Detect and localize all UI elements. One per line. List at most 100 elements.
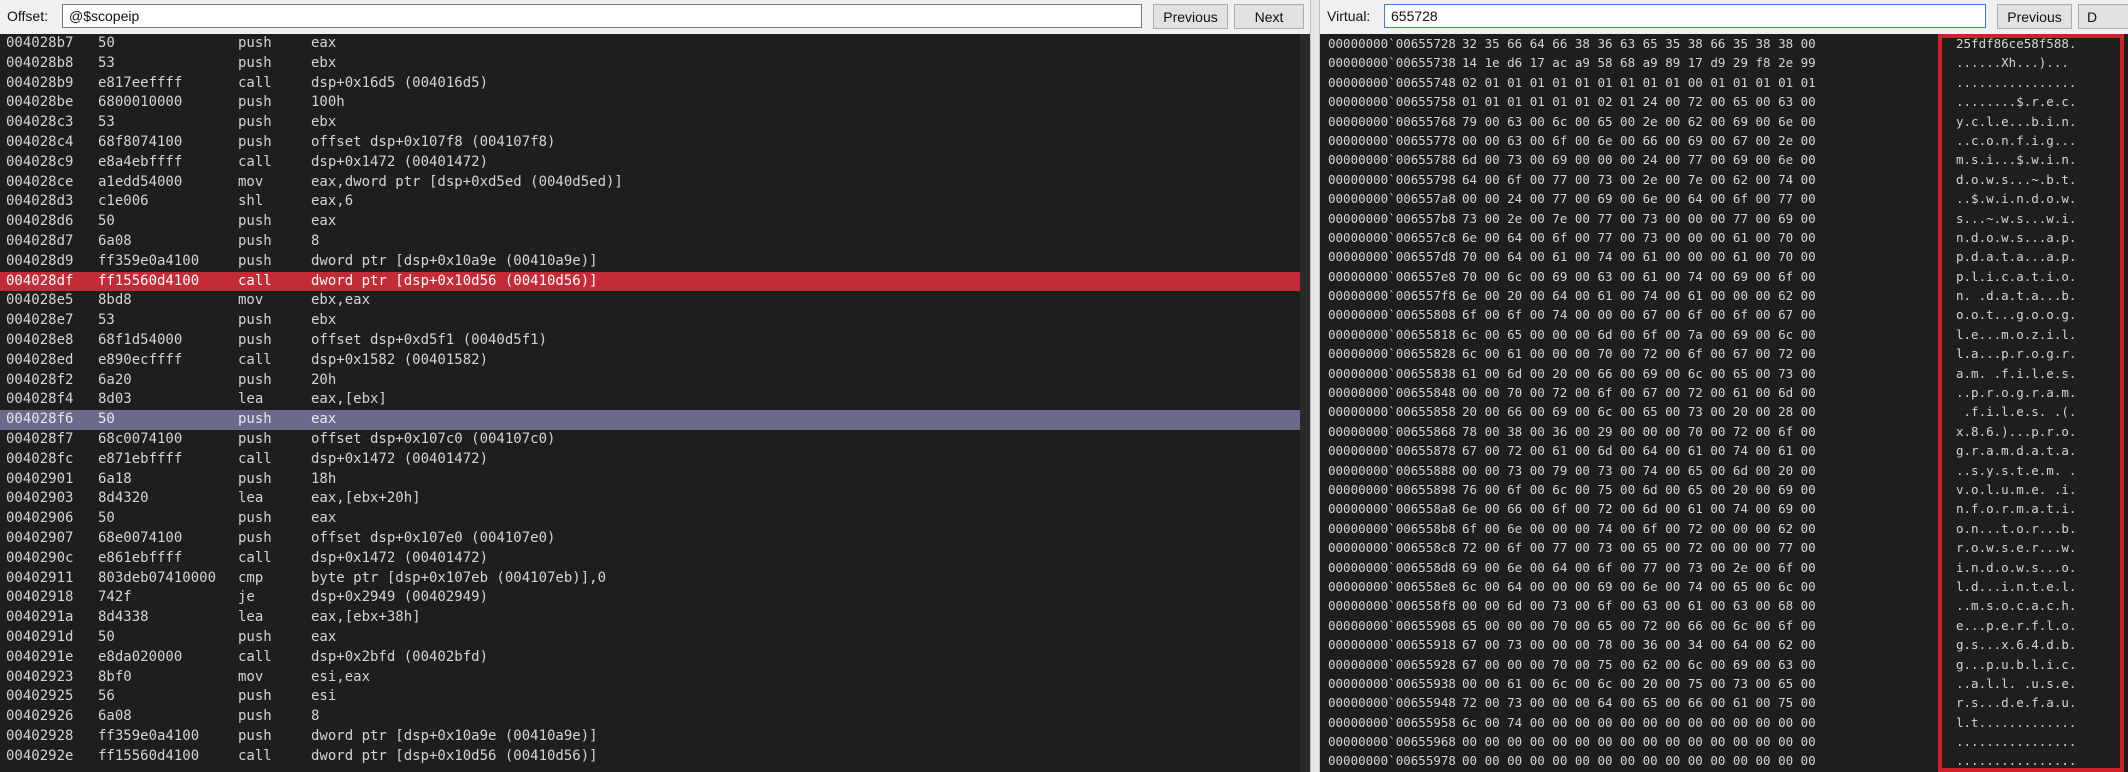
memory-row[interactable]: 00000000`006557a8 00 00 24 00 77 00 69 00…: [1320, 189, 2128, 208]
disasm-line[interactable]: 004028e5 8bd8 mov ebx,eax: [0, 291, 1310, 311]
disasm-line[interactable]: 004028e7 53 push ebx: [0, 311, 1310, 331]
disasm-line[interactable]: 004028d7 6a08 push 8: [0, 232, 1310, 252]
disasm-line[interactable]: 00402906 50 push eax: [0, 509, 1310, 529]
offset-input[interactable]: [62, 4, 1142, 28]
memory-row[interactable]: 00000000`00655938 00 00 61 00 6c 00 6c 00…: [1320, 674, 2128, 693]
disasm-line[interactable]: 004028d3 c1e006 shl eax,6: [0, 192, 1310, 212]
memory-row[interactable]: 00000000`00655768 79 00 63 00 6c 00 65 00…: [1320, 112, 2128, 131]
disasm-line[interactable]: 004028b9 e817eeffff call dsp+0x16d5 (004016…: [0, 74, 1310, 94]
disasm-line[interactable]: 00402928 ff359e0a4100 push dword ptr [dsp+0…: [0, 727, 1310, 747]
pane-splitter[interactable]: [1310, 0, 1320, 772]
instruction-bytes: 6800010000: [98, 94, 183, 111]
memory-row[interactable]: 00000000`00655908 65 00 00 00 70 00 65 00…: [1320, 616, 2128, 635]
memory-row[interactable]: 00000000`006557c8 6e 00 64 00 6f 00 77 00…: [1320, 228, 2128, 247]
memory-row[interactable]: 00000000`006557f8 6e 00 20 00 64 00 61 00…: [1320, 286, 2128, 305]
memory-row[interactable]: 00000000`00655958 6c 00 74 00 00 00 00 00…: [1320, 713, 2128, 732]
instruction-mnemonic: push: [238, 232, 272, 249]
disasm-line[interactable]: 004028ce a1edd54000 mov eax,dword ptr [dsp+…: [0, 173, 1310, 193]
disasm-line[interactable]: 004028e8 68f1d54000 push offset dsp+0xd5f1 …: [0, 331, 1310, 351]
memory-row[interactable]: 00000000`00655748 02 01 01 01 01 01 01 01…: [1320, 73, 2128, 92]
current-instruction-line[interactable]: 004028f6 50 push eax: [0, 410, 1310, 430]
memory-row[interactable]: 00000000`00655848 00 00 70 00 72 00 6f 00…: [1320, 383, 2128, 402]
disasm-line[interactable]: 00402926 6a08 push 8: [0, 707, 1310, 727]
previous-button[interactable]: Previous: [1153, 4, 1228, 29]
memory-ascii: ..a.l.l. .u.s.e.: [1956, 675, 2077, 691]
memory-row[interactable]: 00000000`00655888 00 00 73 00 79 00 73 00…: [1320, 461, 2128, 480]
breakpoint-line[interactable]: 004028df ff15560d4100 call dword ptr [dsp+0…: [0, 271, 1310, 292]
disasm-line[interactable]: 004028c3 53 push ebx: [0, 113, 1310, 133]
instruction-operands: eax: [311, 35, 337, 51]
disassembly-listing[interactable]: 004028b7 50 push eax 004028b8 53 push ebx 004028…: [0, 34, 1310, 772]
virtual-address-input[interactable]: [1384, 4, 1986, 28]
memory-hex-bytes: 73 00 2e 00 7e 00 77 00 73 00 00 00 77 0…: [1462, 210, 1816, 226]
memory-row[interactable]: 00000000`00655758 01 01 01 01 01 01 02 01…: [1320, 92, 2128, 111]
disasm-line[interactable]: 004028f4 8d03 lea eax,[ebx]: [0, 390, 1310, 410]
disasm-line[interactable]: 00402907 68e0074100 push offset dsp+0x107e0…: [0, 529, 1310, 549]
memory-ascii: n. .d.a.t.a...b.: [1956, 288, 2077, 304]
disasm-line[interactable]: 00402923 8bf0 mov esi,eax: [0, 668, 1310, 688]
memory-row[interactable]: 00000000`00655918 67 00 73 00 00 00 78 00…: [1320, 635, 2128, 654]
memory-row[interactable]: 00000000`006558d8 69 00 6e 00 64 00 6f 00…: [1320, 558, 2128, 577]
disasm-line[interactable]: 004028c9 e8a4ebffff call dsp+0x1472 (004014…: [0, 153, 1310, 173]
instruction-operands: offset dsp+0xd5f1 (0040d5f1): [311, 331, 548, 348]
disasm-line[interactable]: 004028f7 68c0074100 push offset dsp+0x107c0…: [0, 430, 1310, 450]
disasm-line[interactable]: 0040290c e861ebffff call dsp+0x1472 (004014…: [0, 549, 1310, 569]
disasm-line[interactable]: 004028be 6800010000 push 100h: [0, 93, 1310, 113]
memory-row[interactable]: 00000000`006557e8 70 00 6c 00 69 00 63 00…: [1320, 267, 2128, 286]
memory-row[interactable]: 00000000`00655788 6d 00 73 00 69 00 00 00…: [1320, 150, 2128, 169]
memory-row[interactable]: 00000000`00655948 72 00 73 00 00 00 64 00…: [1320, 693, 2128, 712]
instruction-operands: dword ptr [dsp+0x10a9e (00410a9e)]: [311, 727, 598, 744]
disasm-line[interactable]: 00402901 6a18 push 18h: [0, 470, 1310, 490]
memory-row[interactable]: 00000000`006558b8 6f 00 6e 00 00 00 74 00…: [1320, 519, 2128, 538]
disasm-line[interactable]: 004028c4 68f8074100 push offset dsp+0x107f8…: [0, 133, 1310, 153]
disasm-line[interactable]: 004028b8 53 push ebx: [0, 54, 1310, 74]
memory-row[interactable]: 00000000`006558e8 6c 00 64 00 00 00 69 00…: [1320, 577, 2128, 596]
memory-row[interactable]: 00000000`00655868 78 00 38 00 36 00 29 00…: [1320, 422, 2128, 441]
disasm-line[interactable]: 004028d6 50 push eax: [0, 212, 1310, 232]
disasm-line[interactable]: 00402925 56 push esi: [0, 687, 1310, 707]
instruction-bytes: 803deb07410000: [98, 569, 217, 586]
memory-row[interactable]: 00000000`00655738 14 1e d6 17 ac a9 58 68…: [1320, 53, 2128, 72]
memory-row[interactable]: 00000000`00655808 6f 00 6f 00 74 00 00 00…: [1320, 305, 2128, 324]
memory-row[interactable]: 00000000`006557b8 73 00 2e 00 7e 00 77 00…: [1320, 209, 2128, 228]
disasm-line[interactable]: 0040291e e8da020000 call dsp+0x2bfd (00402b…: [0, 648, 1310, 668]
memory-row[interactable]: 00000000`006558a8 6e 00 66 00 6f 00 72 00…: [1320, 499, 2128, 518]
disasm-line[interactable]: 00402918 742f je dsp+0x2949 (00402949): [0, 588, 1310, 608]
instruction-operands: byte ptr [dsp+0x107eb (004107eb)],0: [311, 569, 607, 586]
memory-row[interactable]: 00000000`00655928 67 00 00 00 70 00 75 00…: [1320, 655, 2128, 674]
disassembly-pane: Offset: Previous Next 004028b750pusheax0…: [0, 0, 1310, 772]
memory-row[interactable]: 00000000`00655798 64 00 6f 00 77 00 73 00…: [1320, 170, 2128, 189]
memory-row[interactable]: 00000000`00655728 32 35 66 64 66 38 36 63…: [1320, 34, 2128, 53]
memory-row[interactable]: 00000000`00655878 67 00 72 00 61 00 6d 00…: [1320, 441, 2128, 460]
disasm-line[interactable]: 004028f2 6a20 push 20h: [0, 371, 1310, 391]
memory-row[interactable]: 00000000`00655818 6c 00 65 00 00 00 6d 00…: [1320, 325, 2128, 344]
disasm-line[interactable]: 0040291a 8d4338 lea eax,[ebx+38h]: [0, 608, 1310, 628]
disasm-line[interactable]: 004028b7 50 push eax: [0, 34, 1310, 54]
disasm-line[interactable]: 004028fc e871ebffff call dsp+0x1472 (004014…: [0, 450, 1310, 470]
memory-row[interactable]: 00000000`00655838 61 00 6d 00 20 00 66 00…: [1320, 364, 2128, 383]
memory-row[interactable]: 00000000`00655968 00 00 00 00 00 00 00 00…: [1320, 732, 2128, 751]
memory-ascii: 25fdf86ce58f588.: [1956, 36, 2077, 51]
next-button[interactable]: Next: [1234, 4, 1304, 29]
instruction-address: 00402925: [6, 688, 74, 705]
instruction-address: 004028c9: [6, 153, 74, 170]
disasm-line[interactable]: 0040292e ff15560d4100 call dword ptr [dsp+0…: [0, 747, 1310, 767]
memory-row[interactable]: 00000000`00655828 6c 00 61 00 00 00 70 00…: [1320, 344, 2128, 363]
memory-row[interactable]: 00000000`00655898 76 00 6f 00 6c 00 75 00…: [1320, 480, 2128, 499]
memory-row[interactable]: 00000000`00655778 00 00 63 00 6f 00 6e 00…: [1320, 131, 2128, 150]
memory-cutoff-button[interactable]: D: [2078, 4, 2128, 29]
memory-row[interactable]: 00000000`00655858 20 00 66 00 69 00 6c 00…: [1320, 402, 2128, 421]
memory-row[interactable]: 00000000`00655978 00 00 00 00 00 00 00 00…: [1320, 751, 2128, 770]
disasm-line[interactable]: 00402903 8d4320 lea eax,[ebx+20h]: [0, 489, 1310, 509]
memory-row[interactable]: 00000000`006557d8 70 00 64 00 61 00 74 00…: [1320, 247, 2128, 266]
memory-previous-button[interactable]: Previous: [1997, 4, 2072, 29]
disasm-line[interactable]: 004028ed e890ecffff call dsp+0x1582 (004015…: [0, 351, 1310, 371]
disasm-line[interactable]: 00402911 803deb07410000 cmp byte ptr [dsp+0…: [0, 569, 1310, 589]
memory-row[interactable]: 00000000`006558f8 00 00 6d 00 73 00 6f 00…: [1320, 596, 2128, 615]
memory-hex-bytes: 6e 00 20 00 64 00 61 00 74 00 61 00 00 0…: [1462, 288, 1816, 304]
disassembly-scrollbar[interactable]: [1300, 34, 1310, 772]
memory-row[interactable]: 00000000`006558c8 72 00 6f 00 77 00 73 00…: [1320, 538, 2128, 557]
disasm-line[interactable]: 004028d9 ff359e0a4100 push dword ptr [dsp+0…: [0, 252, 1310, 272]
disasm-line[interactable]: 0040291d 50 push eax: [0, 628, 1310, 648]
memory-dump[interactable]: 00000000`00655728 32 35 66 64 66 38 36 63…: [1320, 34, 2128, 772]
